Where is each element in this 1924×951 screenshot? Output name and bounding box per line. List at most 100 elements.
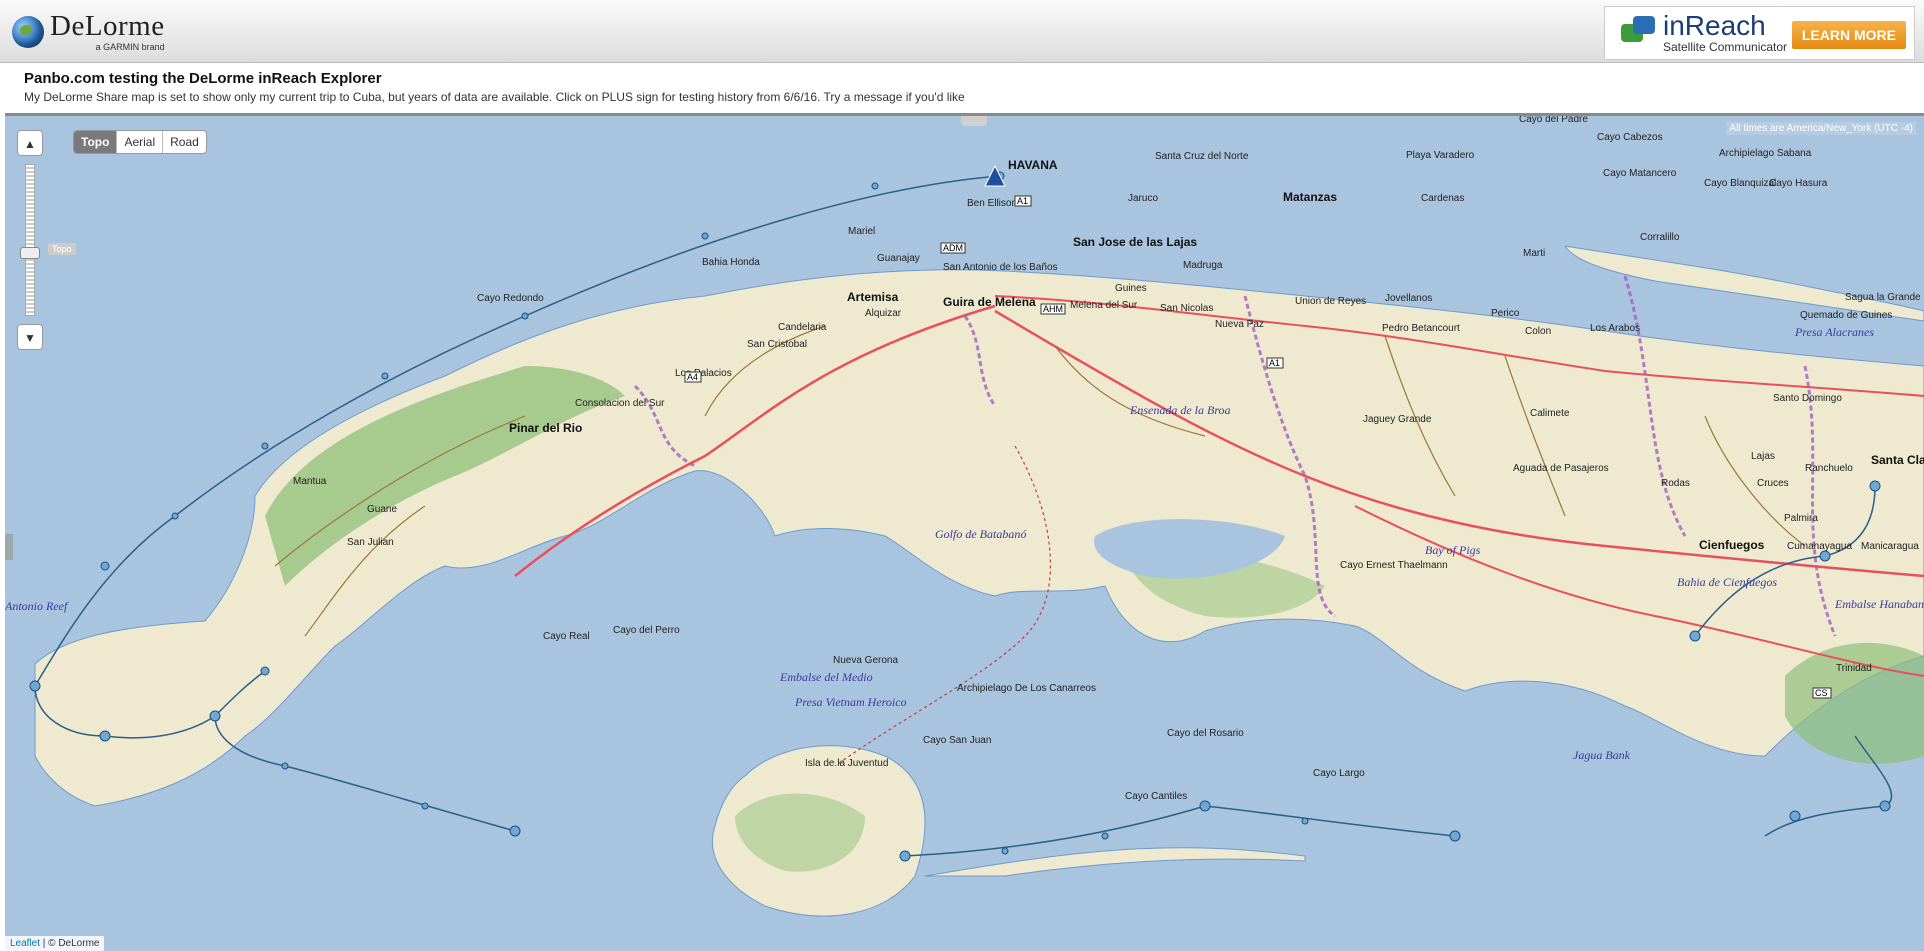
label-san-antonio: San Antonio de los Baños bbox=[943, 262, 1058, 273]
label-cayo-redondo: Cayo Redondo bbox=[477, 293, 544, 304]
label-san-cristobal: San Cristobal bbox=[747, 339, 807, 350]
map-header: Panbo.com testing the DeLorme inReach Ex… bbox=[0, 63, 1924, 113]
map-canvas[interactable]: HAVANA Ben Ellison Mariel Bahia Honda Gu… bbox=[5, 116, 1924, 951]
learn-more-button[interactable]: LEARN MORE bbox=[1791, 21, 1906, 49]
label-jagua: Jagua Bank bbox=[1573, 748, 1631, 762]
page-title: Panbo.com testing the DeLorme inReach Ex… bbox=[24, 70, 382, 87]
label-los-arabos: Los Arabos bbox=[1590, 323, 1640, 334]
label-mantua: Mantua bbox=[293, 476, 327, 487]
label-matanzas: Matanzas bbox=[1283, 190, 1337, 204]
label-consolacion: Consolacion del Sur bbox=[575, 398, 665, 409]
shield-a1-east: A1 bbox=[1269, 358, 1280, 368]
label-san-nicolas: San Nicolas bbox=[1160, 303, 1213, 314]
label-bahia-cienfuegos: Bahia de Cienfuegos bbox=[1677, 575, 1777, 589]
label-isla: Isla de la Juventud bbox=[805, 758, 888, 769]
label-corralillo: Corralillo bbox=[1640, 232, 1680, 243]
layer-aerial[interactable]: Aerial bbox=[117, 131, 164, 153]
label-jaguey: Jaguey Grande bbox=[1363, 414, 1432, 425]
label-guines: Guines bbox=[1115, 283, 1147, 294]
label-santo-domingo: Santo Domingo bbox=[1773, 393, 1842, 404]
label-havana: HAVANA bbox=[1008, 158, 1058, 172]
label-manicaragua: Manicaragua bbox=[1861, 541, 1919, 552]
label-perico: Perico bbox=[1491, 308, 1520, 319]
label-guane: Guane bbox=[367, 504, 397, 515]
zoom-knob[interactable] bbox=[20, 247, 40, 259]
label-san-jose: San Jose de las Lajas bbox=[1073, 235, 1197, 249]
label-cardenas: Cardenas bbox=[1421, 193, 1464, 204]
label-candelaria: Candelaria bbox=[778, 322, 827, 333]
label-embalse-hanabanilla: Embalse Hanabanilla bbox=[1834, 597, 1924, 611]
label-cayo-cabezos: Cayo Cabezos bbox=[1597, 132, 1663, 143]
zoom-slider[interactable]: Topo bbox=[20, 164, 76, 316]
globe-icon bbox=[12, 16, 44, 48]
forest-east bbox=[1785, 642, 1924, 764]
shield-a4: A4 bbox=[687, 372, 698, 382]
zoom-in-icon[interactable]: ▲ bbox=[17, 130, 43, 156]
top-banner: DeLorme a GARMIN brand inReach Satellite… bbox=[0, 0, 1924, 63]
label-union: Union de Reyes bbox=[1295, 296, 1366, 307]
label-santa-cruz: Santa Cruz del Norte bbox=[1155, 151, 1249, 162]
label-cayo-largo: Cayo Largo bbox=[1313, 768, 1365, 779]
label-santa-clara: Santa Clara bbox=[1871, 453, 1924, 467]
label-cayo-hasura: Cayo Hasura bbox=[1769, 178, 1828, 189]
label-colon: Colon bbox=[1525, 326, 1551, 337]
label-los-palacios: Los Palacios bbox=[675, 368, 732, 379]
label-aguada: Aguada de Pasajeros bbox=[1513, 463, 1609, 474]
label-sagua: Sagua la Grande bbox=[1845, 292, 1921, 303]
label-nueva-paz: Nueva Paz bbox=[1215, 319, 1264, 330]
collapse-icon[interactable] bbox=[961, 116, 987, 126]
label-cayo-padre: Cayo del Padre bbox=[1519, 116, 1588, 125]
label-bahia-honda: Bahia Honda bbox=[702, 257, 760, 268]
layer-topo[interactable]: Topo bbox=[74, 131, 118, 153]
label-presa-alacranes: Presa Alacranes bbox=[1794, 325, 1874, 339]
map-view[interactable]: HAVANA Ben Ellison Mariel Bahia Honda Gu… bbox=[5, 113, 1924, 951]
delorme-logo[interactable]: DeLorme a GARMIN brand bbox=[12, 12, 165, 52]
label-guanajay: Guanajay bbox=[877, 253, 920, 264]
label-melena: Melena del Sur bbox=[1070, 300, 1138, 311]
map-credit: Leaflet | © DeLorme bbox=[5, 936, 105, 951]
zoom-control[interactable]: ▲ Topo ▼ bbox=[17, 130, 76, 350]
label-ranchuelo: Ranchuelo bbox=[1805, 463, 1853, 474]
label-cienfuegos: Cienfuegos bbox=[1699, 538, 1765, 552]
label-bay-pigs: Bay of Pigs bbox=[1425, 543, 1481, 557]
layer-switcher[interactable]: Topo Aerial Road bbox=[73, 130, 207, 154]
label-trinidad: Trinidad bbox=[1836, 663, 1872, 674]
label-cayo-ernest: Cayo Ernest Thaelmann bbox=[1340, 560, 1448, 571]
brand-name: DeLorme bbox=[50, 10, 165, 42]
page-description: My DeLorme Share map is set to show only… bbox=[24, 90, 965, 104]
label-cayo-blanquizal: Cayo Blanquizal bbox=[1704, 178, 1776, 189]
ad-subtitle: Satellite Communicator bbox=[1663, 40, 1788, 54]
label-ensenada: Ensenada de la Broa bbox=[1129, 403, 1231, 417]
brand-sub: a GARMIN brand bbox=[95, 42, 165, 52]
label-pinar: Pinar del Rio bbox=[509, 421, 582, 435]
label-mariel: Mariel bbox=[848, 226, 875, 237]
label-antonio-reef: Antonio Reef bbox=[5, 599, 69, 613]
zoom-tag: Topo bbox=[48, 243, 76, 255]
label-presa-vietnam: Presa Vietnam Heroico bbox=[794, 695, 907, 709]
leaflet-link[interactable]: Leaflet bbox=[10, 938, 40, 949]
label-marti: Marti bbox=[1523, 248, 1545, 259]
layer-road[interactable]: Road bbox=[163, 131, 206, 153]
label-ben-ellison: Ben Ellison bbox=[967, 198, 1017, 209]
label-jaruco: Jaruco bbox=[1128, 193, 1158, 204]
label-cayo-perro: Cayo del Perro bbox=[613, 625, 680, 636]
label-jovellanos: Jovellanos bbox=[1385, 293, 1432, 304]
label-cayo-rosario: Cayo del Rosario bbox=[1167, 728, 1244, 739]
label-nueva-gerona: Nueva Gerona bbox=[833, 655, 898, 666]
shield-a1: A1 bbox=[1017, 196, 1028, 206]
label-cayo-real: Cayo Real bbox=[543, 631, 590, 642]
expand-icon[interactable] bbox=[5, 534, 13, 560]
label-cayo-cantiles: Cayo Cantiles bbox=[1125, 791, 1187, 802]
label-cruces: Cruces bbox=[1757, 478, 1789, 489]
cays-south bbox=[924, 847, 1306, 877]
shield-cs: CS bbox=[1815, 688, 1828, 698]
label-madruga: Madruga bbox=[1183, 260, 1223, 271]
label-cayo-matancero: Cayo Matancero bbox=[1603, 168, 1677, 179]
label-alquizar: Alquizar bbox=[865, 308, 902, 319]
label-golfo: Golfo de Batabanó bbox=[935, 527, 1026, 541]
label-lajas: Lajas bbox=[1751, 451, 1775, 462]
zoom-out-icon[interactable]: ▼ bbox=[17, 324, 43, 350]
label-playa-varadero: Playa Varadero bbox=[1406, 150, 1475, 161]
label-artemisa: Artemisa bbox=[847, 290, 899, 304]
inreach-ad[interactable]: inReach Satellite Communicator LEARN MOR… bbox=[1604, 6, 1915, 60]
